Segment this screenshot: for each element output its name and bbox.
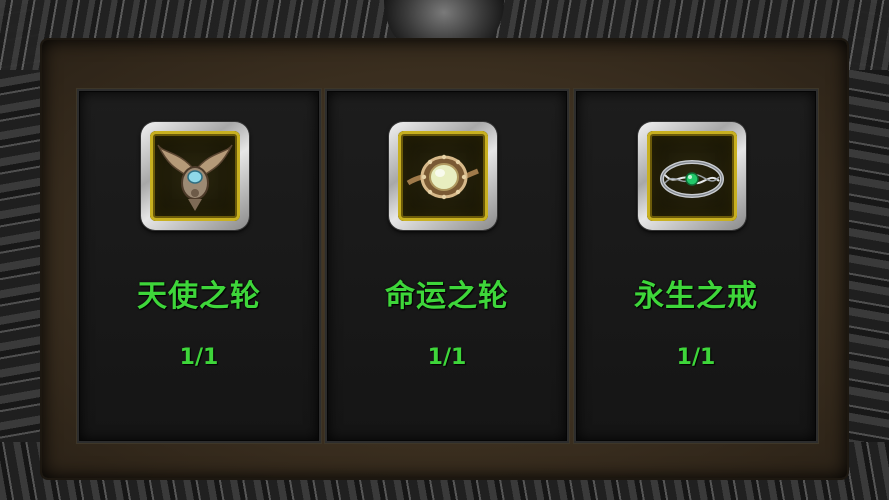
- emerald-silver-ring-icon: [647, 131, 737, 221]
- item-name: 天使之轮: [137, 279, 261, 314]
- item-count: 1/1: [427, 345, 467, 370]
- item-count: 1/1: [179, 345, 219, 370]
- item-slot[interactable]: [389, 122, 497, 230]
- item-card-angel-wheel[interactable]: 天使之轮 1/1: [77, 89, 321, 443]
- item-card-fate-wheel[interactable]: 命运之轮 1/1: [325, 89, 569, 443]
- opal-ring-icon: [398, 131, 488, 221]
- item-count: 1/1: [676, 345, 716, 370]
- ornate-frame-left: [0, 0, 40, 500]
- item-card-eternal-ring[interactable]: 永生之戒 1/1: [574, 89, 818, 443]
- item-name: 命运之轮: [385, 279, 509, 314]
- ornate-frame-right: [849, 0, 889, 500]
- winged-angel-amulet-icon: [150, 131, 240, 221]
- item-slot[interactable]: [141, 122, 249, 230]
- equipment-panel: 天使之轮 1/1 命运之轮 1/1 永生之戒 1/1: [0, 0, 889, 500]
- item-slot[interactable]: [638, 122, 746, 230]
- item-name: 永生之戒: [634, 279, 758, 314]
